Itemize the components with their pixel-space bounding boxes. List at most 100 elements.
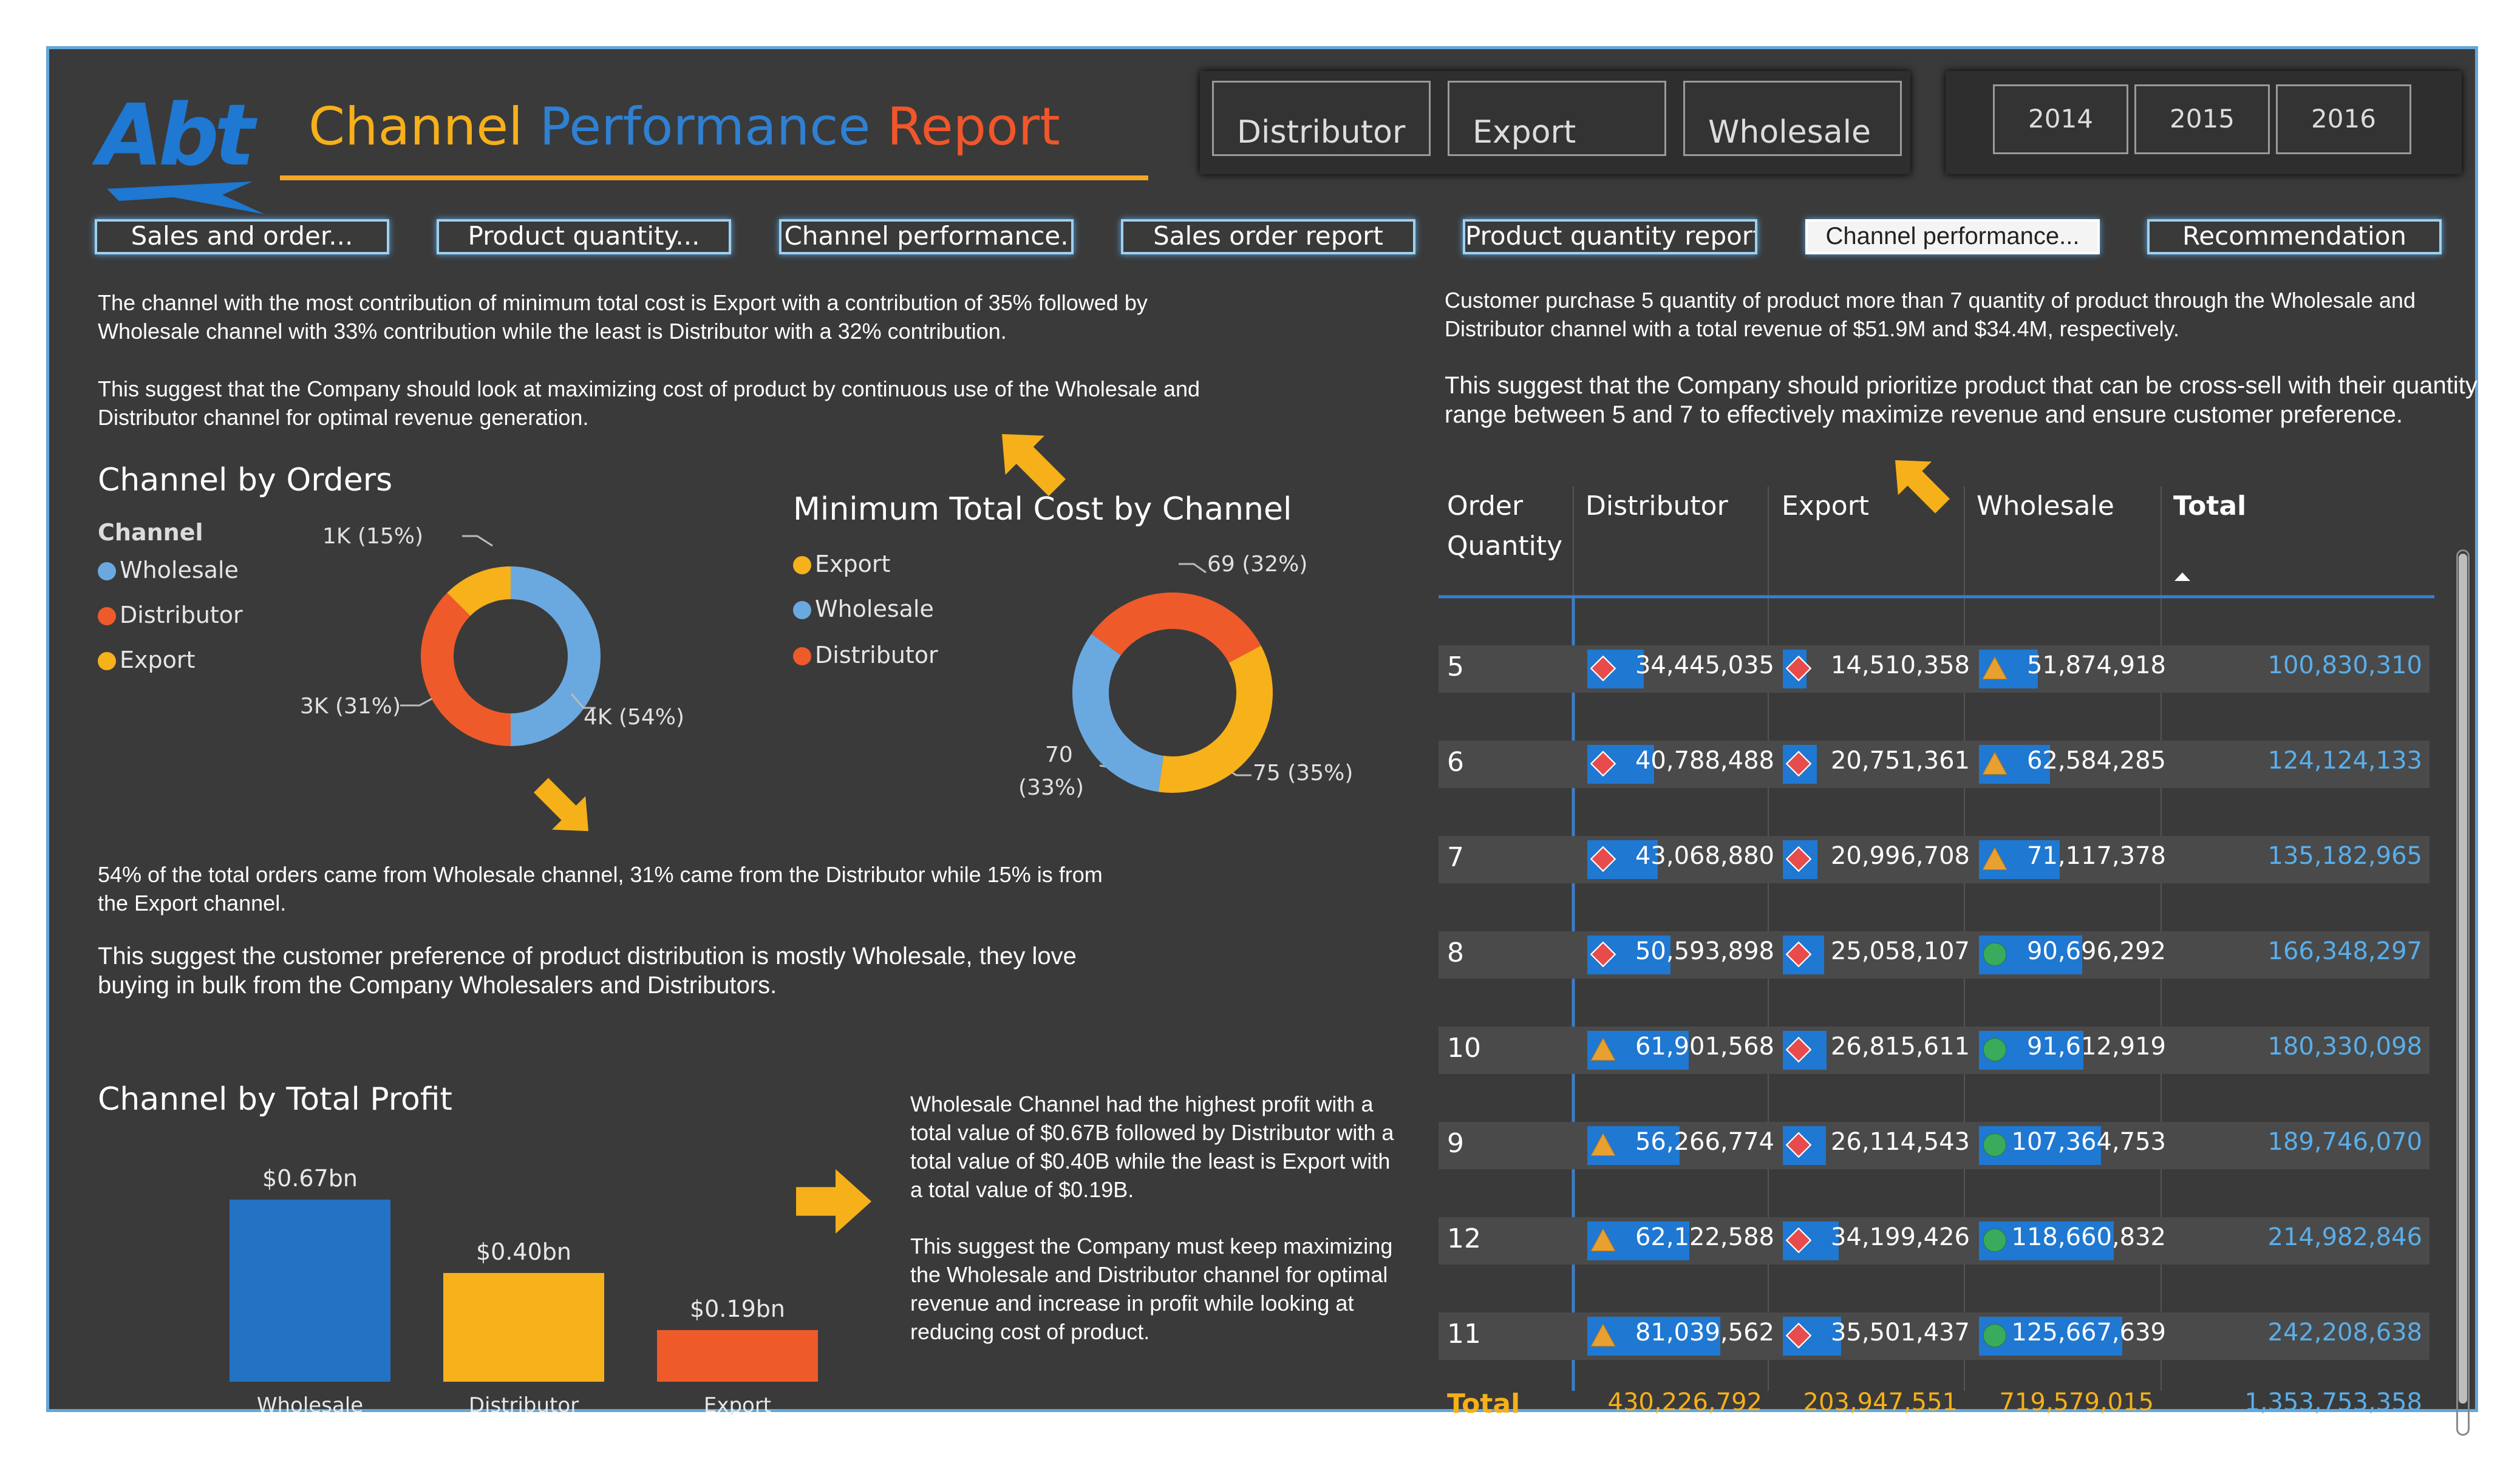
orders-legend-distributor: Distributor [98, 602, 243, 628]
row-total-value: 189,746,070 [2267, 1128, 2422, 1156]
row-total-value: 100,830,310 [2267, 651, 2422, 679]
row-total-value: 124,124,133 [2267, 747, 2422, 775]
header-distributor[interactable]: Distributor [1585, 486, 1728, 526]
profit-chart-title: Channel by Total Profit [98, 1081, 452, 1118]
arrow-up-left-icon [1002, 434, 1066, 497]
nav-sales-order-report[interactable]: Sales order report [1121, 219, 1415, 254]
wholesale-value: 118,660,832 [2011, 1223, 2166, 1251]
slicer-distributor[interactable]: Distributor [1212, 81, 1431, 156]
cost-label-wholesale-pct: (33%) [1018, 775, 1085, 800]
legend-dot [98, 607, 116, 625]
header-total[interactable]: Total [2173, 486, 2246, 526]
cost-label-distributor: 69 (32%) [1207, 552, 1308, 577]
title-word-3: Report [887, 97, 1060, 157]
order-quantity-cell: 12 [1447, 1223, 1481, 1254]
total-distributor: 430,226,792 [1607, 1388, 1762, 1416]
bar-export[interactable] [657, 1330, 818, 1382]
legend-label: Export [815, 551, 891, 577]
row-total-value: 214,982,846 [2267, 1223, 2422, 1251]
order-quantity-cell: 11 [1447, 1319, 1481, 1350]
cost-suggestion-text: This suggest that the Company should loo… [98, 376, 1200, 430]
bar-distributor[interactable] [443, 1272, 604, 1382]
export-value: 20,996,708 [1830, 842, 1970, 870]
legend-dot [98, 652, 116, 670]
legend-dot [793, 601, 811, 619]
table-scrollbar[interactable] [2456, 549, 2470, 1436]
export-value: 14,510,358 [1830, 651, 1970, 679]
sort-ascending-icon[interactable] [2173, 571, 2191, 583]
export-value: 34,199,426 [1830, 1223, 1970, 1251]
legend-dot [98, 562, 116, 580]
distributor-value: 40,788,488 [1635, 747, 1774, 775]
orders-donut-chart [421, 566, 601, 746]
bar-category-label: Export [704, 1393, 771, 1415]
orders-legend-wholesale: Wholesale [98, 557, 239, 583]
export-value: 25,058,107 [1830, 937, 1970, 965]
donut-slice-wholesale[interactable] [1072, 634, 1164, 792]
row-total-value: 180,330,098 [2267, 1033, 2422, 1061]
dashboard-frame: Abt Channel Performance Report Distribut… [46, 46, 2478, 1436]
donut-slice-distributor[interactable] [421, 593, 511, 746]
order-quantity-table: Order Quantity Distributor Export Wholes… [1439, 486, 2471, 1436]
quantity-suggestion-text: This suggest that the Company should pri… [1445, 372, 2477, 428]
distributor-value: 61,901,568 [1635, 1033, 1774, 1061]
year-slicer: 2014 2015 2016 [1946, 71, 2462, 174]
wholesale-value: 91,612,919 [2026, 1033, 2166, 1061]
year-2014[interactable]: 2014 [1993, 84, 2128, 154]
header-order-quantity-label: Order Quantity [1447, 491, 1563, 562]
grand-total: 1,353,753,358 [2244, 1388, 2422, 1416]
orders-label-wholesale: 4K (54%) [584, 705, 685, 730]
scrollbar-thumb[interactable] [2459, 554, 2467, 1404]
distributor-value: 34,445,035 [1635, 651, 1774, 679]
distributor-value: 81,039,562 [1635, 1319, 1774, 1347]
title-word-1: Channel [308, 97, 523, 157]
title-underline [280, 175, 1148, 180]
row-total-value: 135,182,965 [2267, 842, 2422, 870]
legend-label: Wholesale [120, 557, 239, 583]
year-2015[interactable]: 2015 [2134, 84, 2270, 154]
profit-insight-text: Wholesale Channel had the highest profit… [910, 1092, 1394, 1202]
nav-channel-performance-active[interactable]: Channel performance... [1805, 219, 2100, 254]
orders-insight-text: 54% of the total orders came from Wholes… [98, 862, 1103, 915]
orders-suggestion-text: This suggest the customer preference of … [98, 943, 1077, 999]
nav-channel-performance[interactable]: Channel performance. [779, 219, 1074, 254]
cost-legend-distributor: Distributor [793, 642, 938, 668]
header-wholesale[interactable]: Wholesale [1977, 486, 2114, 526]
header-order-quantity[interactable]: Order Quantity [1447, 486, 1568, 566]
slicer-wholesale[interactable]: Wholesale [1683, 81, 1902, 156]
order-quantity-cell: 5 [1447, 651, 1464, 682]
nav-product-quantity-report[interactable]: Product quantity report [1463, 219, 1757, 254]
donut-slice-distributor[interactable] [1091, 593, 1261, 663]
year-2016[interactable]: 2016 [2276, 84, 2411, 154]
total-row-label: Total [1447, 1388, 1521, 1419]
wholesale-value: 62,584,285 [2026, 747, 2166, 775]
orders-legend-title: Channel [98, 519, 203, 546]
row-total-value: 242,208,638 [2267, 1319, 2422, 1347]
orders-label-distributor: 3K (31%) [300, 694, 401, 719]
wholesale-value: 125,667,639 [2011, 1319, 2166, 1347]
cost-insight-text: The channel with the most contribution o… [98, 290, 1148, 344]
export-value: 20,751,361 [1830, 747, 1970, 775]
header-export[interactable]: Export [1782, 486, 1869, 526]
quantity-insight-text: Customer purchase 5 quantity of product … [1445, 288, 2416, 341]
slicer-export[interactable]: Export [1448, 81, 1666, 156]
nav-recommendation[interactable]: Recommendation [2147, 219, 2442, 254]
profit-bar-chart: $0.67bn Wholesale $0.40bn Distributor $0.19b… [230, 1165, 818, 1415]
nav-sales-and-order[interactable]: Sales and order... [95, 219, 389, 254]
legend-label: Distributor [815, 642, 938, 668]
orders-legend-export: Export [98, 647, 195, 673]
report-title: Channel Performance Report [308, 97, 1060, 157]
wholesale-value: 71,117,378 [2026, 842, 2166, 870]
cost-label-wholesale-value: 70 [1045, 742, 1073, 767]
legend-label: Wholesale [815, 596, 934, 622]
wholesale-value: 90,696,292 [2026, 937, 2166, 965]
bar-wholesale[interactable] [230, 1200, 390, 1382]
channel-slicer: Distributor Export Wholesale [1200, 71, 1910, 174]
order-quantity-cell: 9 [1447, 1128, 1464, 1159]
bar-value-label: $0.19bn [690, 1296, 785, 1322]
cost-label-export: 75 (35%) [1253, 761, 1354, 786]
nav-product-quantity[interactable]: Product quantity... [437, 219, 731, 254]
export-value: 26,114,543 [1830, 1128, 1970, 1156]
legend-dot [793, 556, 811, 574]
distributor-value: 62,122,588 [1635, 1223, 1774, 1251]
